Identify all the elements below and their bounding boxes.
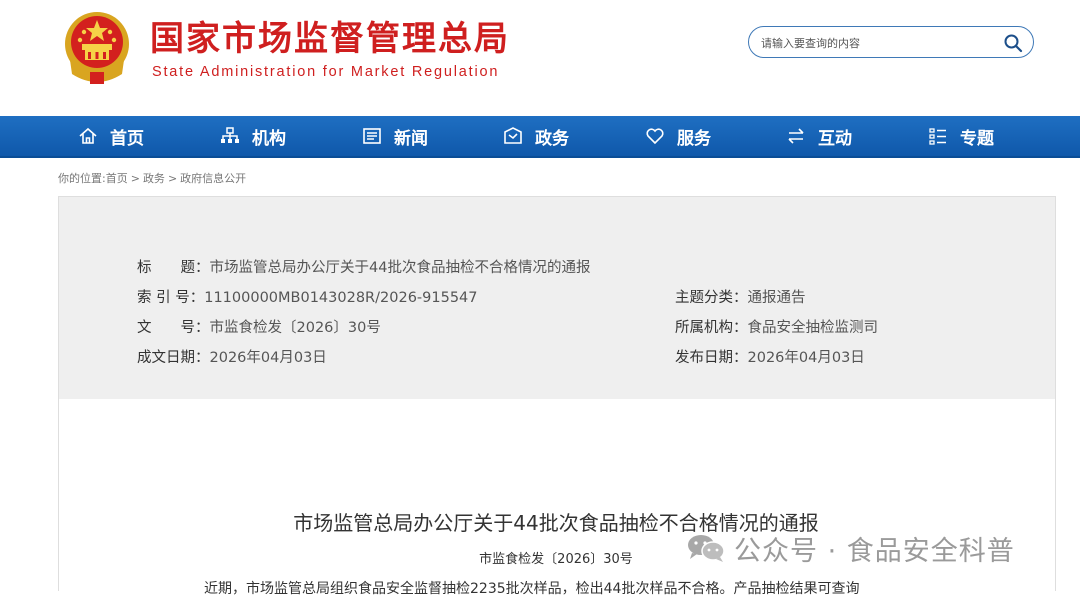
site-header: 国家市场监督管理总局 State Administration for Mark… <box>0 0 1080 116</box>
meta-created-row: 成文日期：2026年04月03日 <box>137 348 327 368</box>
meta-value: 食品安全抽检监测司 <box>747 320 879 336</box>
meta-index-row: 索 引 号：11100000MB0143028R/2026-915547 <box>137 288 478 308</box>
meta-value: 市监食检发〔2026〕30号 <box>209 320 381 336</box>
meta-value: 11100000MB0143028R/2026-915547 <box>204 290 478 306</box>
breadcrumb-link-government[interactable]: 政务 <box>143 172 165 185</box>
meta-value: 2026年04月03日 <box>209 350 327 366</box>
newspaper-icon <box>363 128 381 144</box>
nav-item-label: 服务 <box>677 128 711 149</box>
wechat-watermark: 公众号 · 食品安全科普 <box>686 530 1015 567</box>
meta-label: 文 号： <box>137 320 210 336</box>
meta-label: 索 引 号： <box>137 290 205 306</box>
search-input[interactable] <box>759 32 993 54</box>
nav-item-interaction[interactable]: 互动 <box>786 116 852 156</box>
site-title[interactable]: 国家市场监督管理总局 <box>150 18 510 60</box>
nav-item-label: 互动 <box>818 128 852 149</box>
search-box <box>748 26 1034 58</box>
nav-item-label: 机构 <box>252 128 286 149</box>
exchange-arrows-icon <box>788 128 804 144</box>
nav-item-service[interactable]: 服务 <box>645 116 711 156</box>
meta-title-row: 标 题：市场监管总局办公厅关于44批次食品抽检不合格情况的通报 <box>137 258 590 278</box>
org-chart-icon <box>221 127 239 143</box>
heart-icon <box>646 128 664 145</box>
nav-item-topics[interactable]: 专题 <box>928 116 994 156</box>
government-icon <box>504 127 522 144</box>
nav-item-news[interactable]: 新闻 <box>362 116 428 156</box>
document-body-text: 近期，市场监管总局组织食品安全监督抽检2235批次样品，检出44批次样品不合格。… <box>204 581 860 597</box>
breadcrumb-separator: > <box>167 172 178 185</box>
meta-value: 2026年04月03日 <box>747 350 865 366</box>
home-icon <box>79 127 97 144</box>
nav-item-label: 政务 <box>535 128 569 149</box>
wechat-icon <box>688 535 725 562</box>
breadcrumb-link-home[interactable]: 首页 <box>106 172 128 185</box>
breadcrumb-prefix: 你的位置: <box>58 172 106 185</box>
meta-value: 通报通告 <box>747 290 806 306</box>
list-icon <box>929 128 946 145</box>
nav-item-label: 首页 <box>110 128 144 149</box>
breadcrumb-link-info-disclosure[interactable]: 政府信息公开 <box>180 172 246 185</box>
breadcrumb: 你的位置:首页 > 政务 > 政府信息公开 <box>58 170 246 186</box>
meta-label: 发布日期： <box>675 350 748 366</box>
document-meta-panel: 标 题：市场监管总局办公厅关于44批次食品抽检不合格情况的通报 索 引 号：11… <box>58 196 1056 400</box>
national-emblem-icon[interactable] <box>62 10 132 86</box>
search-icon[interactable] <box>1003 33 1023 53</box>
meta-label: 主题分类： <box>675 290 748 306</box>
breadcrumb-separator: > <box>130 172 140 185</box>
nav-item-home[interactable]: 首页 <box>78 116 144 156</box>
meta-agency-row: 所属机构：食品安全抽检监测司 <box>675 318 878 338</box>
meta-docno-row: 文 号：市监食检发〔2026〕30号 <box>137 318 381 338</box>
watermark-text: 公众号 · 食品安全科普 <box>734 535 1015 567</box>
site-subtitle: State Administration for Market Regulati… <box>152 64 500 80</box>
meta-category-row: 主题分类：通报通告 <box>675 288 806 308</box>
nav-item-org[interactable]: 机构 <box>220 116 286 156</box>
meta-label: 标 题： <box>137 260 210 276</box>
nav-item-label: 专题 <box>960 128 994 149</box>
meta-published-row: 发布日期：2026年04月03日 <box>675 348 865 368</box>
nav-item-label: 新闻 <box>394 128 428 149</box>
main-nav: 首页 机构 新闻 政务 服务 互动 专题 <box>0 116 1080 158</box>
meta-value: 市场监管总局办公厅关于44批次食品抽检不合格情况的通报 <box>209 260 591 276</box>
meta-label: 成文日期： <box>137 350 210 366</box>
meta-label: 所属机构： <box>675 320 748 336</box>
nav-item-government[interactable]: 政务 <box>503 116 569 156</box>
